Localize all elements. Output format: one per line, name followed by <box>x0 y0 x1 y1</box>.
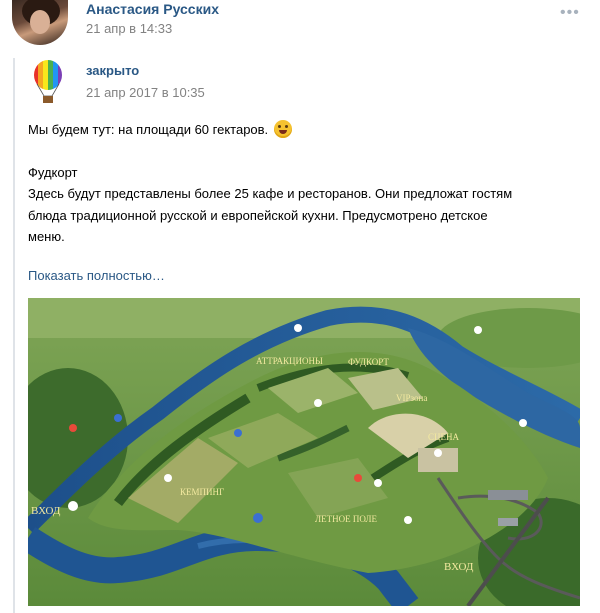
map-label-entrance-left: ВХОД <box>31 505 61 517</box>
post-body-line: меню. <box>28 229 65 244</box>
author-avatar[interactable] <box>12 0 68 45</box>
section-heading: Фудкорт <box>28 164 78 180</box>
post-body-line: Здесь будут представлены более 25 кафе и… <box>28 186 513 201</box>
repost-timestamp[interactable]: 21 апр 2017 в 10:35 <box>86 85 205 100</box>
post-text-line: Мы будем тут: на площади 60 гектаров. <box>28 119 573 141</box>
author-name[interactable]: Анастасия Русских <box>86 1 219 17</box>
laughing-emoji-icon <box>273 120 292 138</box>
post-body-line: блюда традиционной русской и европейской… <box>28 207 488 223</box>
map-label-stage: СЦЕНА <box>428 432 459 442</box>
show-more-link[interactable]: Показать полностью… <box>28 268 165 283</box>
post-text: Мы будем тут: на площади 60 гектаров. Фу… <box>28 119 573 248</box>
repost-quote-line <box>13 58 15 613</box>
map-label-entrance-right: ВХОД <box>444 561 474 573</box>
post-text-intro: Мы будем тут: на площади 60 гектаров. <box>28 122 269 137</box>
ellipsis-icon[interactable]: ••• <box>560 4 580 22</box>
map-label-foodcourt: ФУДКОРТ <box>348 357 389 367</box>
map-label-summer-field: ЛЕТНОЕ ПОЛЕ <box>315 514 378 524</box>
map-label-vip: VIPзона <box>396 393 427 403</box>
festival-map-image[interactable]: АТТРАКЦИОНЫ ФУДКОРТ VIPзона СЦЕНА КЕМПИН… <box>28 298 580 606</box>
avatar-face <box>30 10 50 34</box>
hot-air-balloon-icon[interactable] <box>33 60 63 106</box>
map-label-camping: КЕМПИНГ <box>180 487 224 497</box>
map-label-attractions: АТТРАКЦИОНЫ <box>256 356 323 366</box>
repost-group-name[interactable]: закрыто <box>86 63 139 78</box>
post-timestamp[interactable]: 21 апр в 14:33 <box>86 21 172 36</box>
